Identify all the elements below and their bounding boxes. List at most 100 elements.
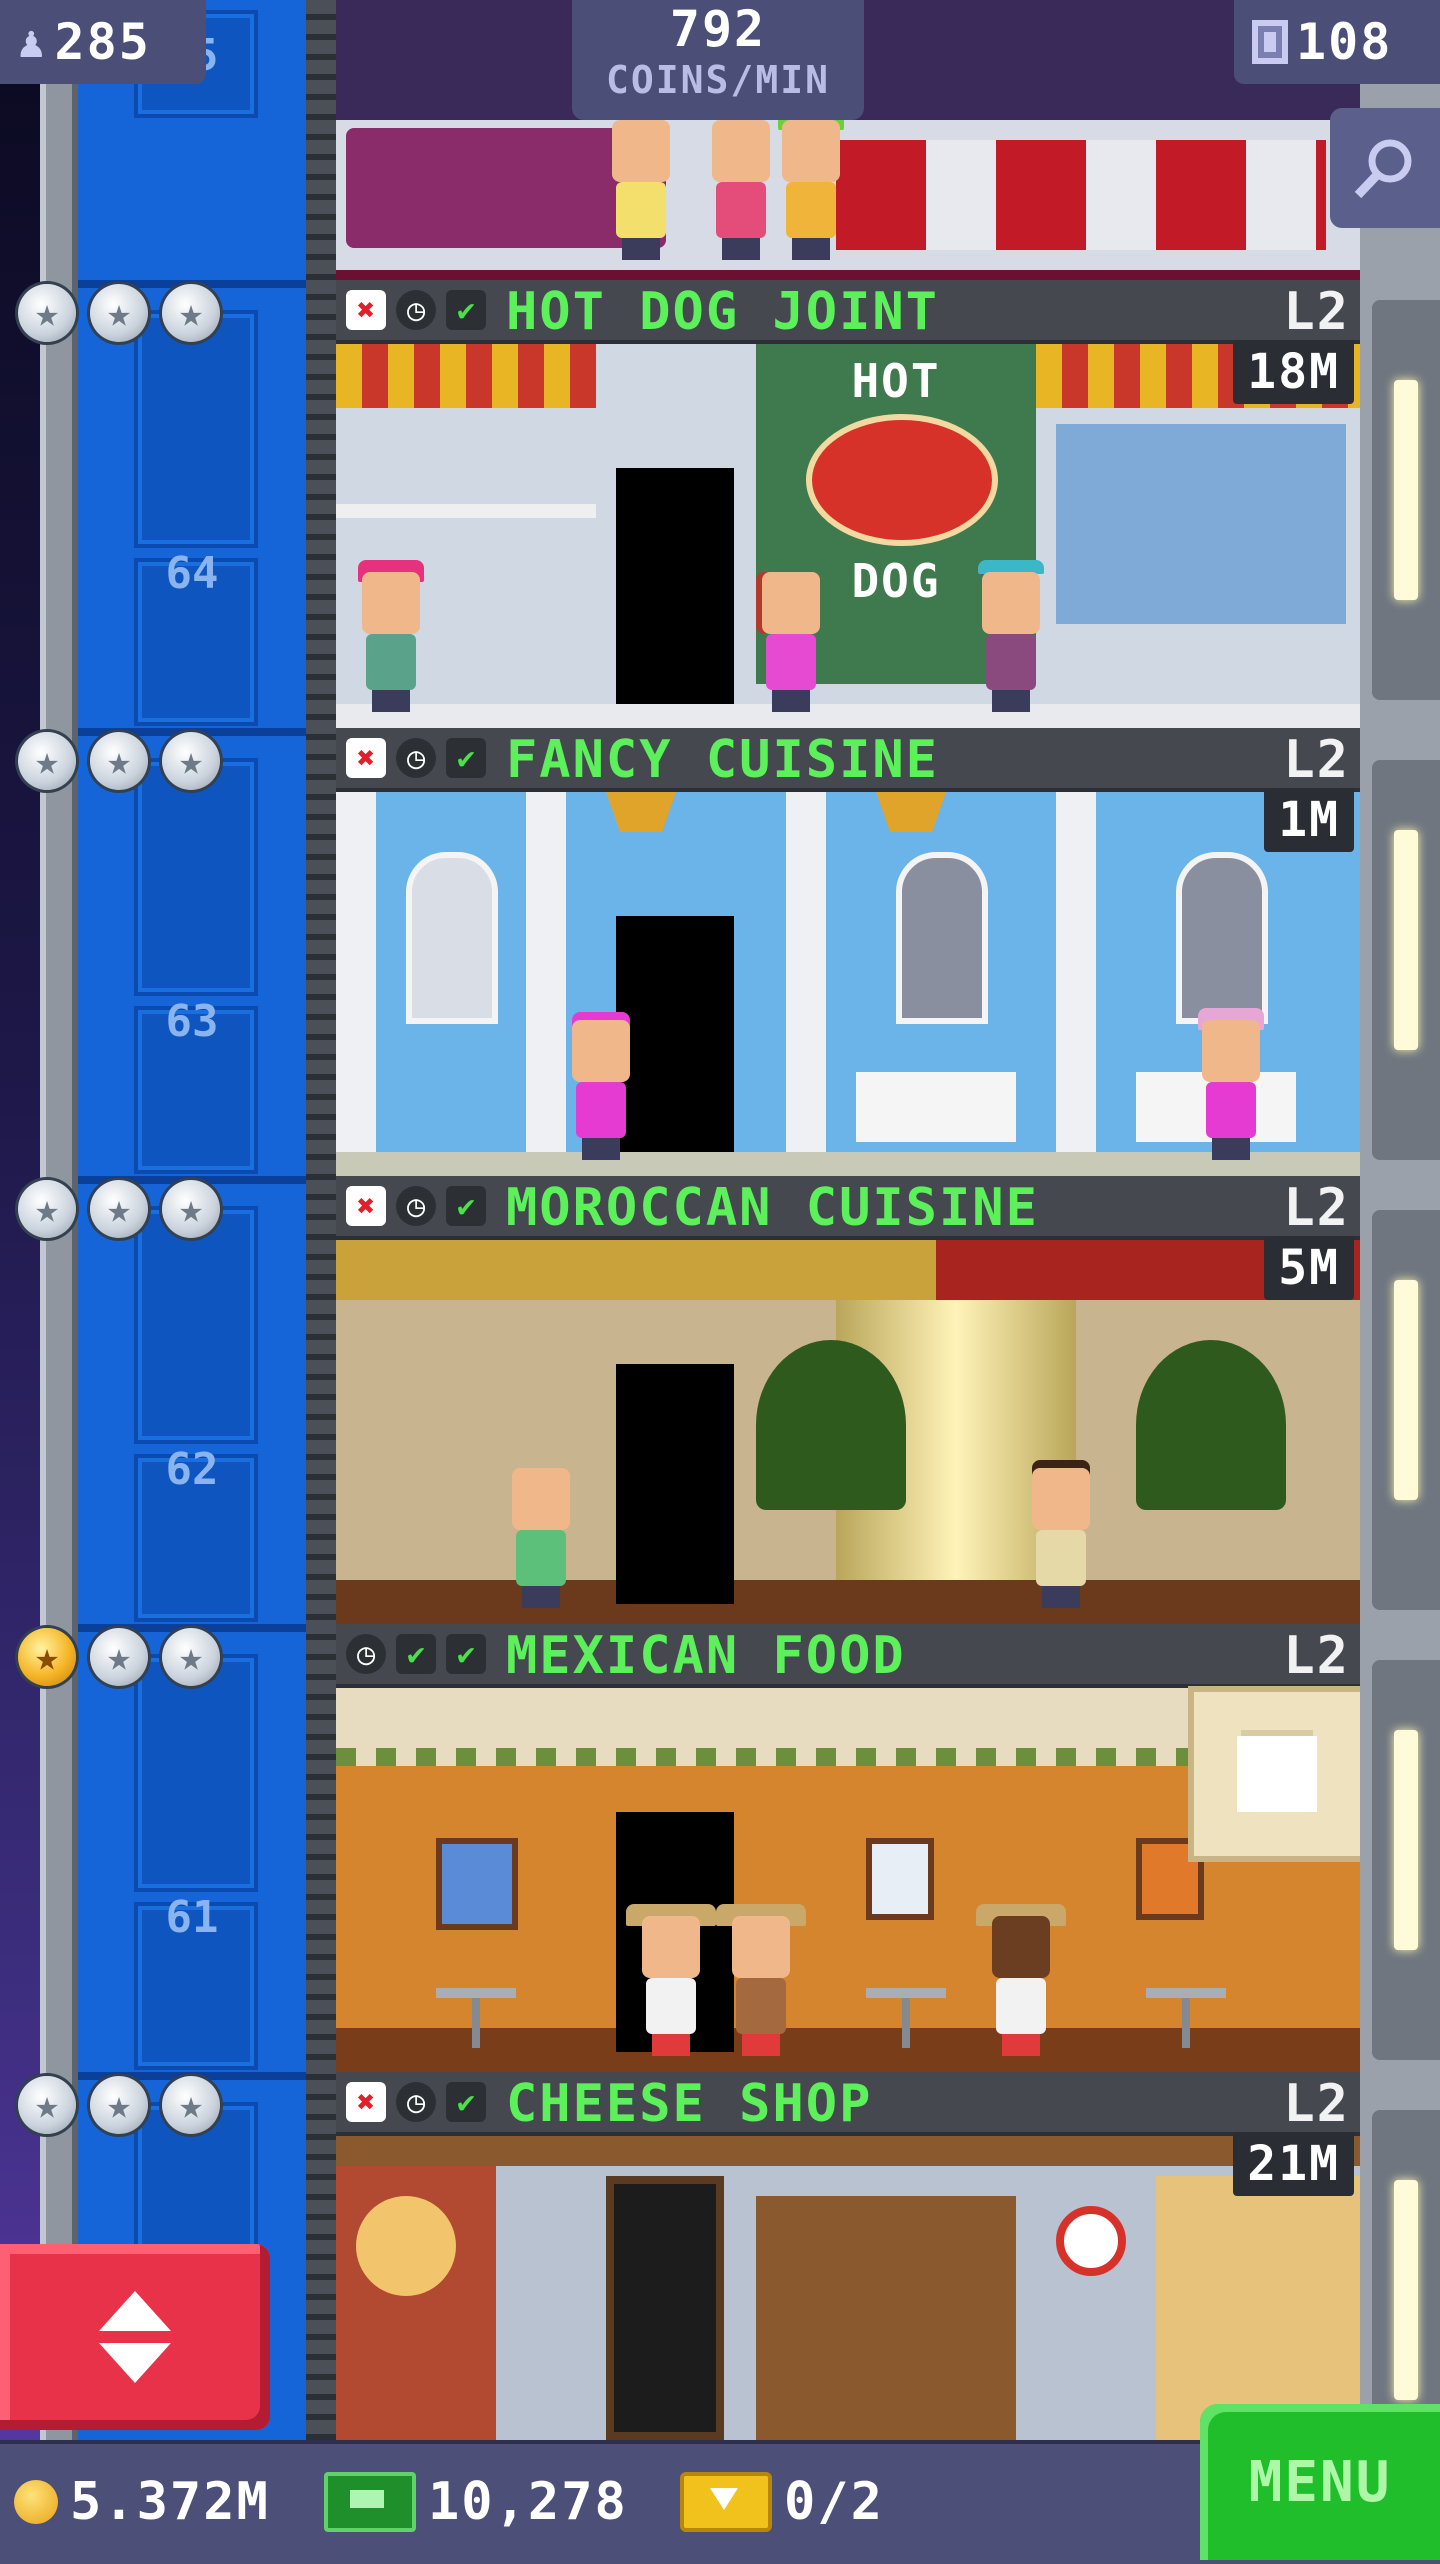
tenant-person[interactable] xyxy=(356,560,426,712)
crate-icon xyxy=(1237,1736,1317,1812)
tenant-person[interactable] xyxy=(976,1904,1066,2056)
tenant-person[interactable] xyxy=(776,108,846,260)
shaft-segment-61: 61 xyxy=(78,1632,306,2080)
floor-number: 61 xyxy=(165,1892,219,1943)
wall-picture xyxy=(866,1838,934,1920)
shaft-segment-63: 63 xyxy=(78,736,306,1184)
silver-star-icon: ★ xyxy=(162,2076,220,2134)
arched-window xyxy=(1176,852,1268,1024)
floor-header[interactable]: ◷ ✔ ✔ MEXICAN FOOD L2 xyxy=(336,1624,1360,1688)
palm-plant xyxy=(756,1340,906,1510)
floor-title: MEXICAN FOOD xyxy=(506,1626,906,1686)
x-icon: ✖ xyxy=(346,1186,386,1226)
silver-star-icon: ★ xyxy=(18,732,76,790)
floor-62-moroccan-cuisine[interactable]: ✖ ◷ ✔ MOROCCAN CUISINE L2 5M xyxy=(336,1176,1360,1624)
search-button[interactable] xyxy=(1330,108,1440,228)
tenant-person[interactable] xyxy=(506,1468,576,1608)
check-icon: ✔ xyxy=(396,1634,436,1674)
silver-star-icon: ★ xyxy=(162,1628,220,1686)
diner-seats xyxy=(836,140,1326,250)
tenant-person[interactable] xyxy=(626,1904,716,2056)
floor-61-mexican-food[interactable]: ◷ ✔ ✔ MEXICAN FOOD L2 xyxy=(336,1624,1360,2072)
clock-icon: ◷ xyxy=(346,1634,386,1674)
window xyxy=(1056,424,1346,624)
floor-level: L2 xyxy=(1283,1626,1350,1686)
floor-header[interactable]: ✖ ◷ ✔ HOT DOG JOINT L2 xyxy=(336,280,1360,344)
floor-header[interactable]: ✖ ◷ ✔ MOROCCAN CUISINE L2 xyxy=(336,1176,1360,1240)
tenant-person[interactable] xyxy=(566,1020,636,1160)
room-door[interactable] xyxy=(616,1364,734,1604)
arched-window xyxy=(406,852,498,1024)
floor-title: FANCY CUISINE xyxy=(506,730,939,790)
bux-total[interactable]: 10,278 xyxy=(324,2472,628,2532)
stock-crate-button[interactable] xyxy=(1188,1686,1360,1862)
floor-63-fancy-cuisine[interactable]: ✖ ◷ ✔ FANCY CUISINE L2 1M xyxy=(336,728,1360,1176)
floor-stars-61: ★ ★ ★ xyxy=(18,1628,308,1686)
dining-table xyxy=(856,1072,1016,1142)
floor-price: 18M xyxy=(1233,340,1354,404)
room-door[interactable] xyxy=(616,468,734,708)
x-icon: ✖ xyxy=(346,290,386,330)
wall-picture xyxy=(436,1838,518,1930)
ticket-count[interactable]: 0/2 xyxy=(680,2472,884,2532)
floor-level: L2 xyxy=(1283,1178,1350,1238)
silver-star-icon: ★ xyxy=(90,732,148,790)
wall-light xyxy=(1394,1730,1418,1950)
check-icon: ✔ xyxy=(446,1186,486,1226)
arched-window xyxy=(896,852,988,1024)
shaft-segment-64: 64 xyxy=(78,288,306,736)
silver-star-icon: ★ xyxy=(18,1180,76,1238)
floor-level: L2 xyxy=(1283,282,1350,342)
floor-title: MOROCCAN CUISINE xyxy=(506,1178,1039,1238)
menu-button[interactable]: MENU xyxy=(1200,2404,1440,2560)
floor-count[interactable]: 108 xyxy=(1234,0,1440,84)
floor-title: CHEESE SHOP xyxy=(506,2074,873,2134)
tenant-person[interactable] xyxy=(606,120,676,260)
silver-star-icon: ★ xyxy=(162,732,220,790)
floor-stars-60: ★ ★ ★ xyxy=(18,2076,308,2134)
check-icon: ✔ xyxy=(446,2082,486,2122)
awning xyxy=(336,344,596,408)
cheese-display xyxy=(1156,2176,1360,2440)
floor-60-cheese-shop[interactable]: ✖ ◷ ✔ CHEESE SHOP L2 21M xyxy=(336,2072,1360,2440)
tenant-person[interactable] xyxy=(1026,1468,1096,1608)
silver-star-icon: ★ xyxy=(90,2076,148,2134)
floor-title: HOT DOG JOINT xyxy=(506,282,939,342)
cheese-wheel-icon xyxy=(356,2196,456,2296)
magnifier-icon xyxy=(1354,139,1412,199)
floor-number: 62 xyxy=(165,1444,219,1495)
elevator-button[interactable] xyxy=(0,2244,270,2430)
wall-light xyxy=(1394,2180,1418,2400)
floor-header[interactable]: ✖ ◷ ✔ CHEESE SHOP L2 xyxy=(336,2072,1360,2136)
floor-64-hot-dog-joint[interactable]: ✖ ◷ ✔ HOT DOG JOINT L2 18M HOT DOG xyxy=(336,280,1360,728)
x-icon: ✖ xyxy=(346,2082,386,2122)
coins-total[interactable]: 5.372M xyxy=(14,2472,270,2532)
golden-ticket-icon xyxy=(680,2472,772,2532)
room-door[interactable] xyxy=(606,2176,724,2440)
floor-header[interactable]: ✖ ◷ ✔ FANCY CUISINE L2 xyxy=(336,728,1360,792)
tenant-person[interactable] xyxy=(976,560,1046,712)
tenant-person[interactable] xyxy=(716,1904,806,2056)
silver-star-icon: ★ xyxy=(90,1628,148,1686)
tenant-person[interactable] xyxy=(756,572,826,712)
check-icon: ✔ xyxy=(446,738,486,778)
floor-number: 63 xyxy=(165,996,219,1047)
clock-icon: ◷ xyxy=(396,290,436,330)
coin-icon xyxy=(14,2480,58,2524)
tenant-person[interactable] xyxy=(1196,1008,1266,1160)
tenant-person[interactable] xyxy=(706,120,776,260)
floor-number: 64 xyxy=(165,548,219,599)
gold-star-icon: ★ xyxy=(18,1628,76,1686)
silver-star-icon: ★ xyxy=(90,1180,148,1238)
floor-stars-64: ★ ★ ★ xyxy=(18,284,308,342)
silver-star-icon: ★ xyxy=(90,284,148,342)
shaft-segment-62: 62 xyxy=(78,1184,306,1632)
check-icon: ✔ xyxy=(446,290,486,330)
population-counter[interactable]: ♟ 285 xyxy=(0,0,206,84)
silver-star-icon: ★ xyxy=(162,284,220,342)
palm-plant xyxy=(1136,1340,1286,1510)
floor-price: 21M xyxy=(1233,2132,1354,2196)
wall-light xyxy=(1394,830,1418,1050)
coins-per-min-value: 792 xyxy=(669,0,767,58)
clock-icon: ◷ xyxy=(396,738,436,778)
